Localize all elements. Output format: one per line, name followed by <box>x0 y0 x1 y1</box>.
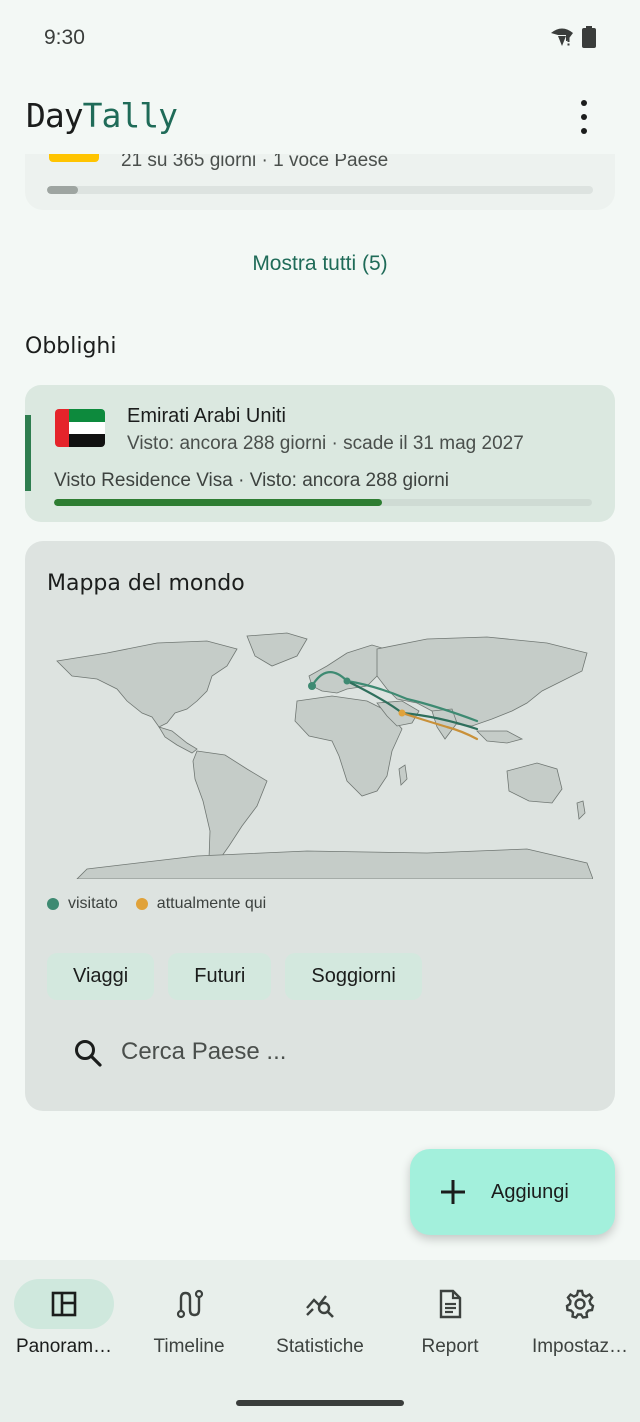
home-indicator <box>236 1400 404 1406</box>
legend-item-visited: visitato <box>47 895 118 913</box>
obligation-progress-fill <box>54 499 383 506</box>
map-central-america <box>158 726 198 754</box>
obligations-title: Obblighi <box>25 334 117 359</box>
current-dot <box>135 898 148 910</box>
nav-label: Impostaz… <box>531 1336 629 1357</box>
world-map[interactable] <box>47 631 593 879</box>
country-search[interactable] <box>47 1021 593 1083</box>
nav-item-overview[interactable]: Panoram… <box>0 1260 128 1370</box>
filter-chips: Viaggi Futuri Soggiorni <box>47 953 422 1000</box>
battery-icon <box>582 26 596 48</box>
app-bar: DayTally <box>0 78 640 154</box>
status-time: 9:30 <box>44 26 85 49</box>
obligation-country: Emirati Arabi Uniti <box>127 405 286 427</box>
status-bar: 9:30 <box>0 0 640 78</box>
uae-flag-icon <box>55 409 105 447</box>
nav-item-timeline[interactable]: Timeline <box>125 1260 253 1370</box>
map-australia <box>506 762 563 804</box>
nav-label: Report <box>421 1336 479 1357</box>
obligation-progress-bar <box>54 499 592 506</box>
app-title: DayTally <box>26 96 178 135</box>
obligation-detail: Visto Residence Visa · Visto: ancora 288… <box>54 470 450 491</box>
legend-label: visitato <box>68 895 118 912</box>
search-icon <box>75 1040 102 1067</box>
app-title-tally: Tally <box>82 96 178 135</box>
document-icon <box>439 1289 462 1319</box>
legend-item-current: attualmente qui <box>135 895 267 913</box>
plus-icon <box>441 1180 465 1204</box>
nav-item-report[interactable]: Report <box>386 1260 514 1370</box>
dot <box>581 114 587 120</box>
map-legend: visitato attualmente qui <box>47 895 278 913</box>
query-stats-icon <box>306 1295 334 1318</box>
visited-marker <box>343 677 351 685</box>
nav-label: Panoram… <box>15 1336 113 1357</box>
nav-label: Statistiche <box>276 1336 364 1357</box>
map-greenland <box>246 632 308 667</box>
search-input[interactable] <box>121 1034 561 1070</box>
map-title: Mappa del mondo <box>47 571 245 596</box>
map-antarctica <box>76 848 593 879</box>
map-north-america <box>56 640 238 728</box>
map-south-america <box>192 750 268 864</box>
day-progress-bar <box>47 186 593 194</box>
route-icon <box>176 1289 204 1319</box>
map-se-asia <box>476 730 524 744</box>
wifi-icon <box>551 28 573 46</box>
app-title-day: Day <box>26 96 84 135</box>
current-marker <box>398 709 406 717</box>
visited-dot <box>47 898 59 910</box>
bottom-navigation: Panoram… Timeline Statistiche Report Imp… <box>0 1260 640 1422</box>
obligation-card[interactable]: Emirati Arabi Uniti Visto: ancora 288 gi… <box>25 385 615 522</box>
show-all-link[interactable]: Mostra tutti (5) <box>0 252 640 276</box>
chip-soggiorni[interactable]: Soggiorni <box>285 953 422 1000</box>
dashboard-icon <box>51 1291 77 1317</box>
nav-label: Timeline <box>153 1336 225 1357</box>
nav-item-settings[interactable]: Impostaz… <box>516 1260 640 1370</box>
chip-viaggi[interactable]: Viaggi <box>47 953 155 1000</box>
obligation-subtitle: Visto: ancora 288 giorni · scade il 31 m… <box>127 433 524 454</box>
add-button-label: Aggiungi <box>491 1181 569 1203</box>
world-map-card: Mappa del mondo visitato attualmente qui… <box>25 541 615 1111</box>
chip-futuri[interactable]: Futuri <box>168 953 272 1000</box>
legend-label: attualmente qui <box>156 895 267 912</box>
day-progress-fill <box>47 186 79 194</box>
nav-item-statistics[interactable]: Statistiche <box>256 1260 384 1370</box>
visited-marker <box>308 682 316 690</box>
map-madagascar <box>398 764 408 786</box>
status-icons <box>550 26 596 48</box>
dot <box>581 100 587 106</box>
dot <box>581 128 587 134</box>
more-options-button[interactable] <box>572 100 596 134</box>
obligation-accent <box>25 415 31 491</box>
gear-icon <box>565 1289 595 1319</box>
map-new-zealand <box>576 800 586 820</box>
add-button[interactable]: Aggiungi <box>410 1149 615 1235</box>
